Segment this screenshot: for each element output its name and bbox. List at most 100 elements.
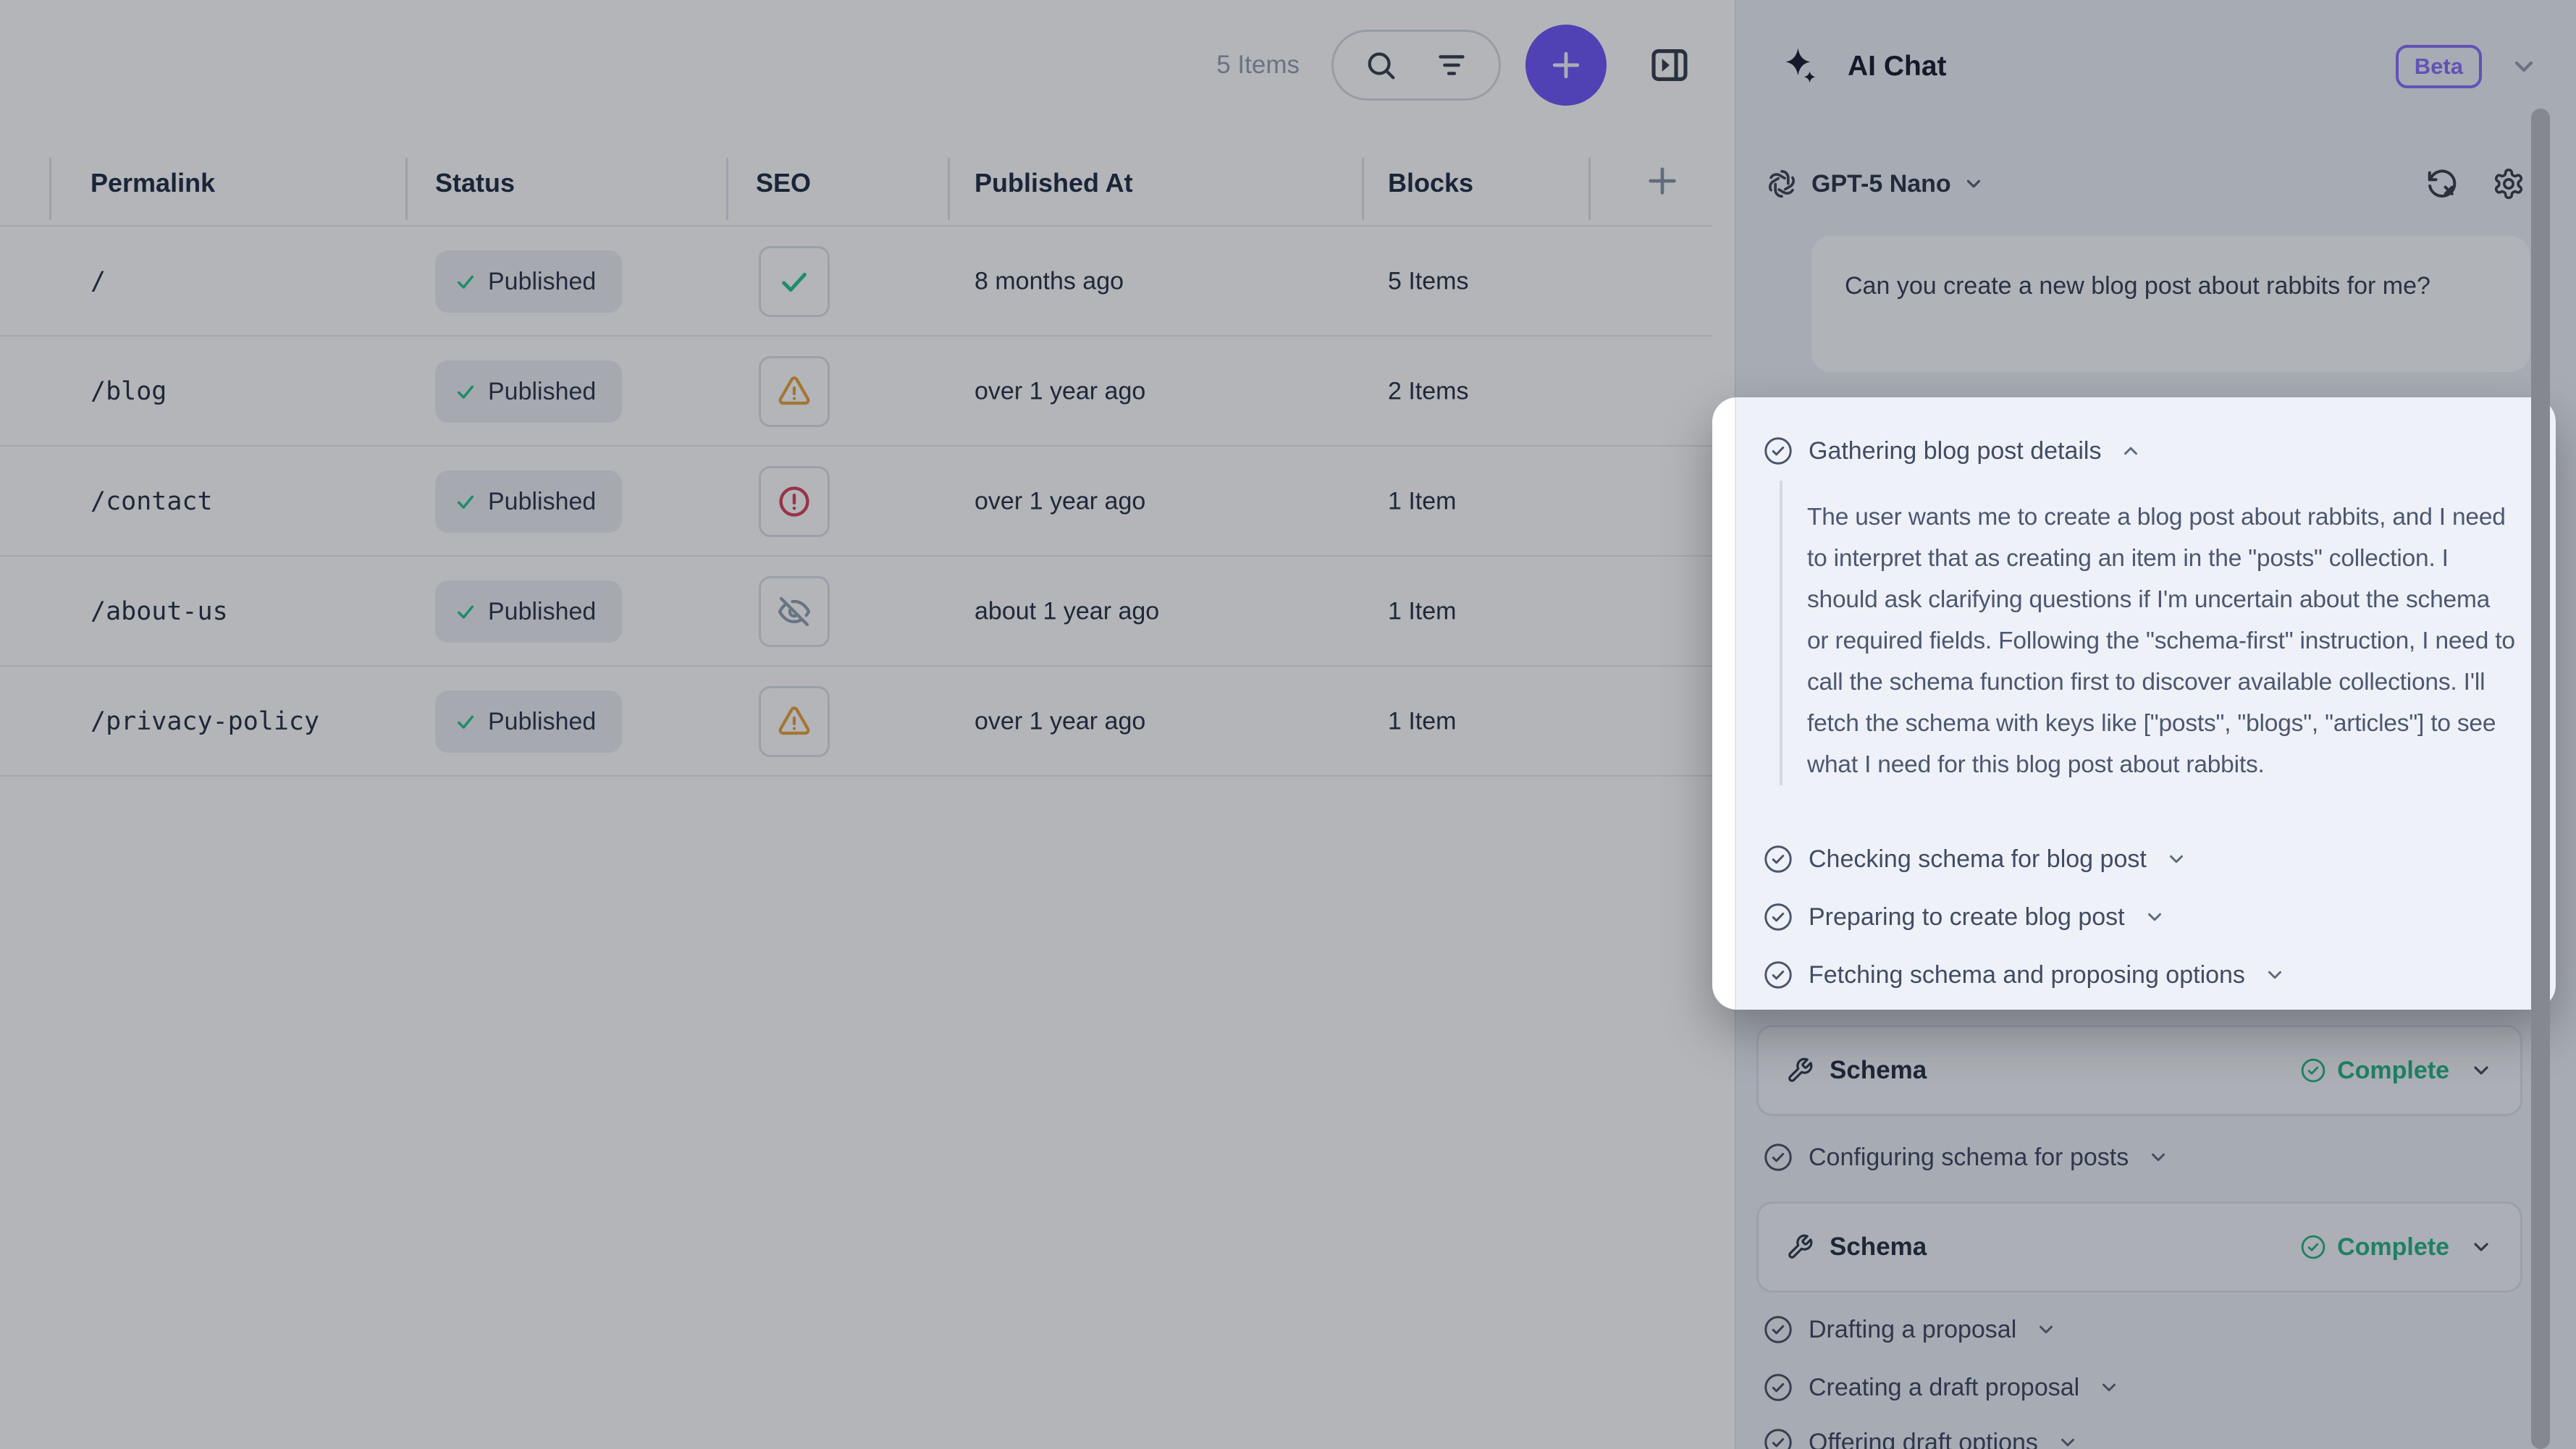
permalink-cell[interactable]: /blog xyxy=(91,377,167,406)
column-divider[interactable] xyxy=(1362,158,1364,220)
sparkles-icon xyxy=(1780,46,1822,88)
table-row[interactable]: / Published 8 months ago 5 Items xyxy=(0,227,1712,337)
status-label: Published xyxy=(488,268,596,296)
status-label: Published xyxy=(488,378,596,406)
tool-status-label: Complete xyxy=(2337,1233,2449,1262)
collapse-panel-chevron-icon[interactable] xyxy=(2509,52,2538,81)
seo-warning-icon xyxy=(777,704,812,739)
reasoning-step-label: Fetching schema and proposing options xyxy=(1809,961,2245,989)
tool-name: Schema xyxy=(1830,1056,1927,1085)
seo-error-icon xyxy=(777,484,812,519)
collection-toolbar: 5 Items xyxy=(0,0,1712,130)
toggle-side-panel-button[interactable] xyxy=(1647,43,1692,88)
published-at-cell: over 1 year ago xyxy=(975,488,1145,516)
check-circle-icon xyxy=(1762,901,1794,933)
reasoning-step[interactable]: Fetching schema and proposing options xyxy=(1762,954,2286,996)
status-badge: Published xyxy=(435,360,622,423)
column-divider[interactable] xyxy=(1588,158,1591,220)
permalink-cell[interactable]: /privacy-policy xyxy=(91,707,319,736)
status-label: Published xyxy=(488,598,596,626)
table-row[interactable]: /about-us Published about 1 year ago 1 I… xyxy=(0,557,1712,667)
add-column-button[interactable] xyxy=(1642,161,1683,201)
plus-icon xyxy=(1546,46,1586,85)
blocks-cell: 1 Item xyxy=(1388,598,1456,626)
published-at-cell: about 1 year ago xyxy=(975,598,1159,626)
permalink-cell[interactable]: /contact xyxy=(91,487,213,516)
check-circle-icon xyxy=(1762,435,1794,467)
openai-logo-icon xyxy=(1765,167,1798,200)
search-filter-group xyxy=(1331,30,1501,101)
gear-icon[interactable] xyxy=(2492,167,2525,200)
chevron-down-icon xyxy=(2057,1432,2079,1449)
reasoning-step-label: Checking schema for blog post xyxy=(1809,845,2147,874)
clear-history-icon[interactable] xyxy=(2425,167,2459,200)
status-label: Published xyxy=(488,708,596,736)
check-icon xyxy=(454,380,477,403)
chevron-down-icon xyxy=(2264,964,2286,986)
chat-scrollbar[interactable] xyxy=(2531,109,2550,1449)
reasoning-step[interactable]: Checking schema for blog post xyxy=(1762,838,2187,880)
published-at-cell: over 1 year ago xyxy=(975,378,1145,406)
column-header-permalink[interactable]: Permalink xyxy=(91,168,215,198)
table-row[interactable]: /contact Published over 1 year ago 1 Ite… xyxy=(0,447,1712,557)
check-icon xyxy=(454,270,477,293)
reasoning-step[interactable]: Preparing to create blog post xyxy=(1762,896,2165,938)
permalink-cell[interactable]: /about-us xyxy=(91,597,228,626)
seo-status-button[interactable] xyxy=(759,466,830,537)
model-chevron-icon[interactable] xyxy=(1963,173,1984,195)
permalink-cell[interactable]: / xyxy=(91,267,106,296)
tool-status-label: Complete xyxy=(2337,1057,2449,1085)
ai-chat-panel: AI Chat Beta GPT-5 Nano Ca xyxy=(1735,0,2576,1449)
column-divider[interactable] xyxy=(948,158,950,220)
column-divider[interactable] xyxy=(726,158,728,220)
seo-ok-icon xyxy=(778,265,811,298)
reasoning-step[interactable]: Creating a draft proposal xyxy=(1762,1366,2120,1408)
check-circle-icon xyxy=(1762,959,1794,991)
column-header-blocks[interactable]: Blocks xyxy=(1388,168,1473,198)
app-window: 5 Items Permalink Status xyxy=(0,0,2576,1449)
table-row[interactable]: /blog Published over 1 year ago 2 Items xyxy=(0,337,1712,447)
tool-call-card[interactable]: Schema Complete xyxy=(1756,1201,2522,1293)
table-row[interactable]: /privacy-policy Published over 1 year ag… xyxy=(0,667,1712,777)
add-item-button[interactable] xyxy=(1525,25,1607,106)
chevron-down-icon xyxy=(2147,1146,2169,1168)
blocks-cell: 1 Item xyxy=(1388,488,1456,516)
reasoning-step-label: Configuring schema for posts xyxy=(1809,1144,2129,1172)
panel-title: AI Chat xyxy=(1848,51,1947,83)
status-badge: Published xyxy=(435,250,622,313)
reasoning-step[interactable]: Drafting a proposal xyxy=(1762,1309,2057,1351)
blocks-cell: 2 Items xyxy=(1388,378,1468,406)
tool-call-card[interactable]: Schema Complete xyxy=(1756,1025,2522,1116)
column-header-published-at[interactable]: Published At xyxy=(975,168,1133,198)
status-badge: Published xyxy=(435,470,622,533)
seo-hidden-eye-off-icon xyxy=(777,594,812,629)
seo-warning-icon xyxy=(777,374,812,409)
column-header-status[interactable]: Status xyxy=(435,168,515,198)
check-circle-icon xyxy=(1762,1427,1794,1449)
reasoning-step-label: Drafting a proposal xyxy=(1809,1316,2016,1344)
reasoning-step[interactable]: Configuring schema for posts xyxy=(1762,1136,2169,1178)
seo-status-button[interactable] xyxy=(759,356,830,427)
model-selector[interactable]: GPT-5 Nano xyxy=(1811,170,1951,198)
check-circle-icon xyxy=(2299,1233,2327,1261)
seo-status-button[interactable] xyxy=(759,246,830,317)
column-header-seo[interactable]: SEO xyxy=(756,168,811,198)
published-at-cell: 8 months ago xyxy=(975,268,1124,296)
search-icon[interactable] xyxy=(1364,48,1397,82)
reasoning-step-expanded[interactable]: Gathering blog post details xyxy=(1762,430,2142,472)
seo-status-button[interactable] xyxy=(759,576,830,647)
column-divider xyxy=(49,158,51,220)
reasoning-step[interactable]: Offering draft options xyxy=(1762,1421,2079,1449)
filter-icon[interactable] xyxy=(1435,48,1468,82)
reasoning-step-label: Preparing to create blog post xyxy=(1809,903,2125,932)
chevron-down-icon xyxy=(2165,848,2187,870)
beta-badge: Beta xyxy=(2396,45,2482,88)
column-divider[interactable] xyxy=(405,158,408,220)
check-icon xyxy=(454,710,477,733)
blocks-cell: 1 Item xyxy=(1388,708,1456,736)
chevron-down-icon xyxy=(2470,1059,2493,1082)
seo-status-button[interactable] xyxy=(759,686,830,757)
user-message-bubble: Can you create a new blog post about rab… xyxy=(1811,236,2530,372)
panel-right-icon xyxy=(1647,43,1692,88)
wrench-icon xyxy=(1786,1057,1814,1084)
